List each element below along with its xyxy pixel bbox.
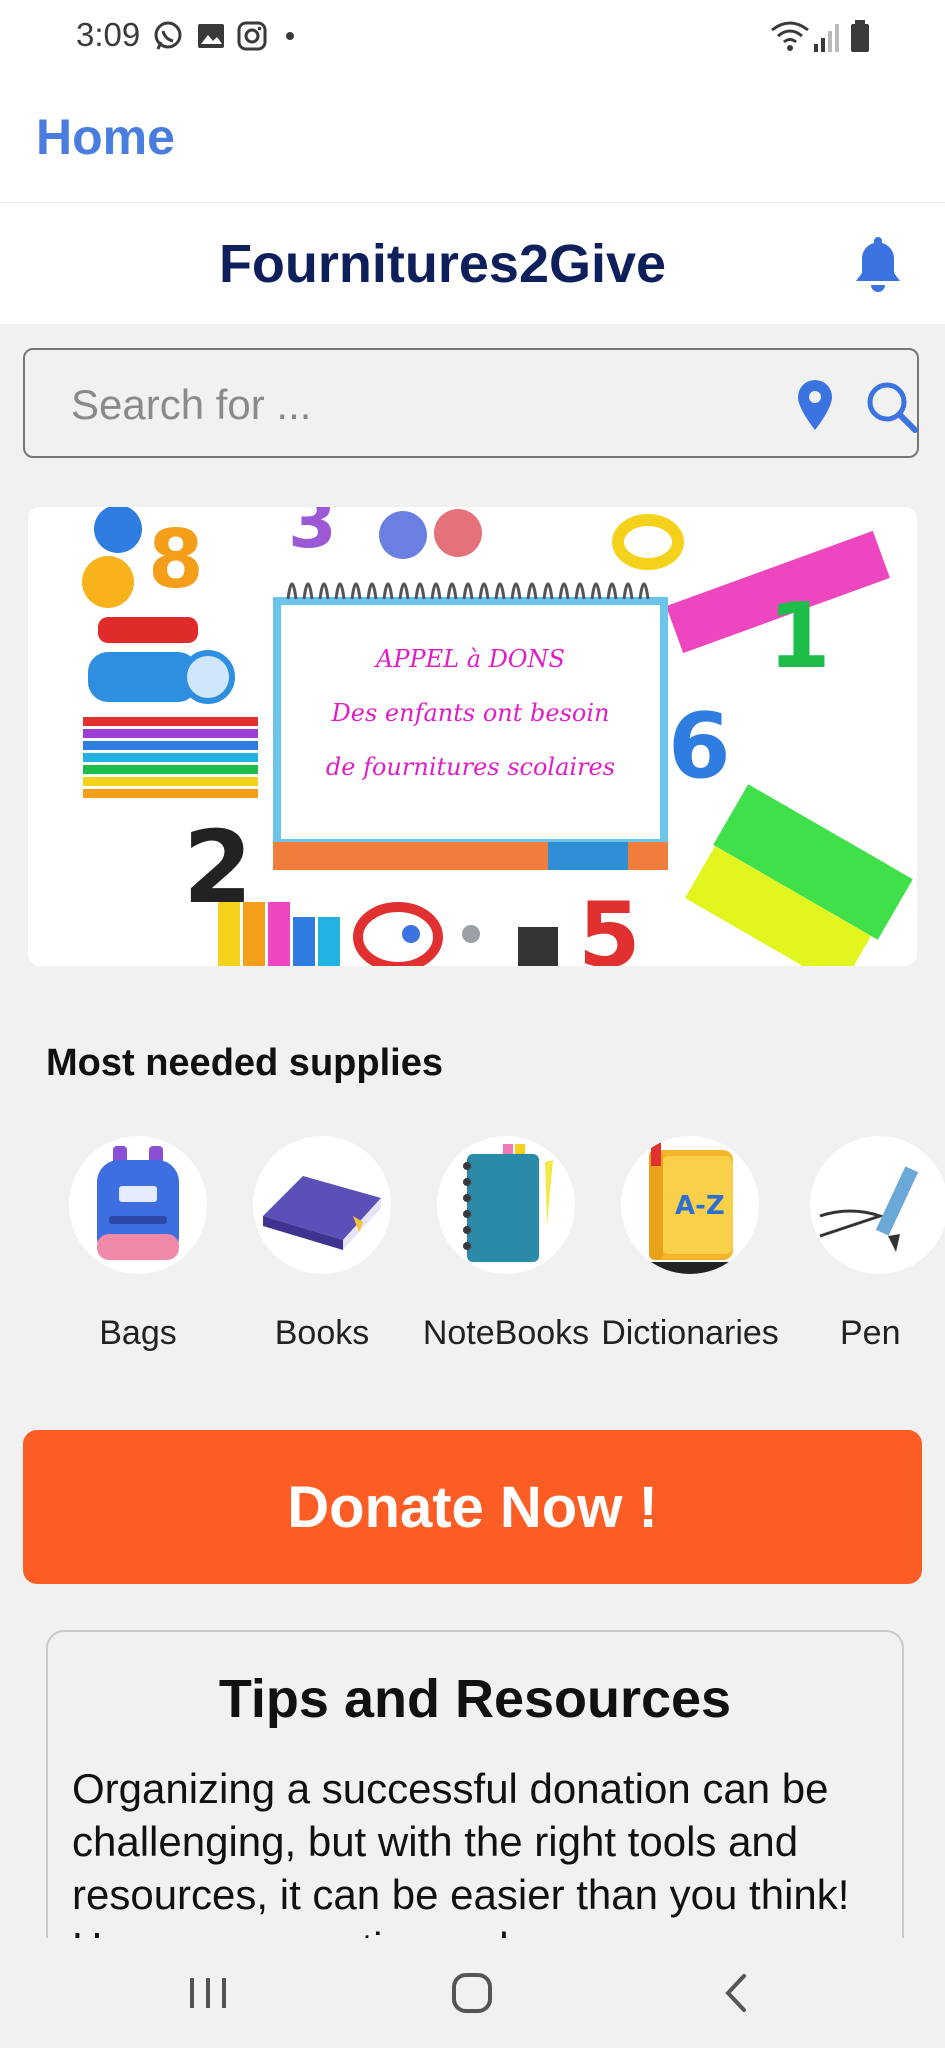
location-pin-icon[interactable] [795, 378, 835, 432]
backpack-icon [97, 1146, 179, 1260]
category-icon-circle [437, 1136, 575, 1274]
carousel-dot[interactable] [462, 925, 480, 943]
svg-text:A-Z: A-Z [675, 1191, 725, 1221]
wifi-icon [771, 21, 809, 51]
pen-icon [819, 1166, 919, 1252]
svg-text:3: 3 [288, 507, 337, 564]
recent-apps-icon[interactable] [178, 1968, 238, 2018]
system-nav-bar [0, 1938, 945, 2048]
image-icon [198, 24, 224, 48]
svg-text:2: 2 [183, 809, 253, 926]
tips-body: Organizing a successful donation can be … [72, 1765, 850, 1942]
dot-icon [286, 32, 294, 40]
notepad-tab [548, 842, 628, 870]
category-notebooks[interactable]: NoteBooks [416, 1136, 596, 1353]
banner-line-3: de fournitures scolaires [325, 753, 616, 781]
search-input[interactable] [71, 378, 731, 432]
donate-now-button[interactable]: Donate Now ! [23, 1430, 922, 1584]
category-label: Pen [840, 1314, 901, 1352]
home-button-icon[interactable] [442, 1968, 502, 2018]
title-bar: Fournitures2Give [0, 203, 945, 324]
category-label: Bags [99, 1314, 177, 1352]
category-icon-circle: A-Z [621, 1136, 759, 1274]
whatsapp-icon [154, 21, 182, 50]
home-link[interactable]: Home [36, 108, 175, 166]
banner-line-1: APPEL à DONS [375, 645, 565, 673]
svg-text:5: 5 [578, 883, 641, 966]
category-pen[interactable]: Pen [784, 1136, 945, 1353]
category-label: Books [274, 1314, 370, 1352]
book-icon [263, 1176, 381, 1250]
search-icon[interactable] [865, 380, 919, 434]
app-bar: Home [0, 72, 945, 203]
category-books[interactable]: Books [232, 1136, 412, 1353]
category-label: Dictionaries [601, 1314, 779, 1352]
search-bar [23, 348, 919, 458]
bell-icon[interactable] [850, 233, 906, 293]
category-icon-circle [253, 1136, 391, 1274]
tips-card: Tips and Resources Organizing a successf… [46, 1630, 904, 1942]
instagram-icon [237, 21, 267, 51]
notebook-icon [463, 1144, 553, 1262]
tips-title: Tips and Resources [218, 1669, 732, 1729]
promo-banner[interactable]: 8 3 2 5 6 1 APPEL à DONS Des enfants ont… [28, 507, 917, 966]
category-icon-circle [810, 1136, 945, 1274]
category-icon-circle [69, 1136, 207, 1274]
signal-icon [814, 24, 839, 52]
carousel-dot-active[interactable] [402, 925, 420, 943]
banner-line-2: Des enfants ont besoin [331, 699, 610, 727]
battery-icon [851, 20, 869, 52]
app-title: Fournitures2Give [218, 234, 667, 294]
category-dictionaries[interactable]: A-Z Dictionaries [600, 1136, 780, 1353]
notepad-spiral [286, 582, 650, 600]
svg-text:6: 6 [668, 694, 731, 799]
supplies-section-title: Most needed supplies [46, 1042, 443, 1084]
category-bags[interactable]: Bags [48, 1136, 228, 1353]
svg-text:1: 1 [768, 584, 831, 689]
svg-text:8: 8 [148, 513, 204, 606]
category-label: NoteBooks [422, 1314, 590, 1352]
back-icon[interactable] [706, 1968, 766, 2018]
status-bar: 3:09 [0, 0, 945, 72]
dictionary-icon: A-Z [647, 1142, 735, 1274]
status-time: 3:09 [76, 16, 141, 53]
